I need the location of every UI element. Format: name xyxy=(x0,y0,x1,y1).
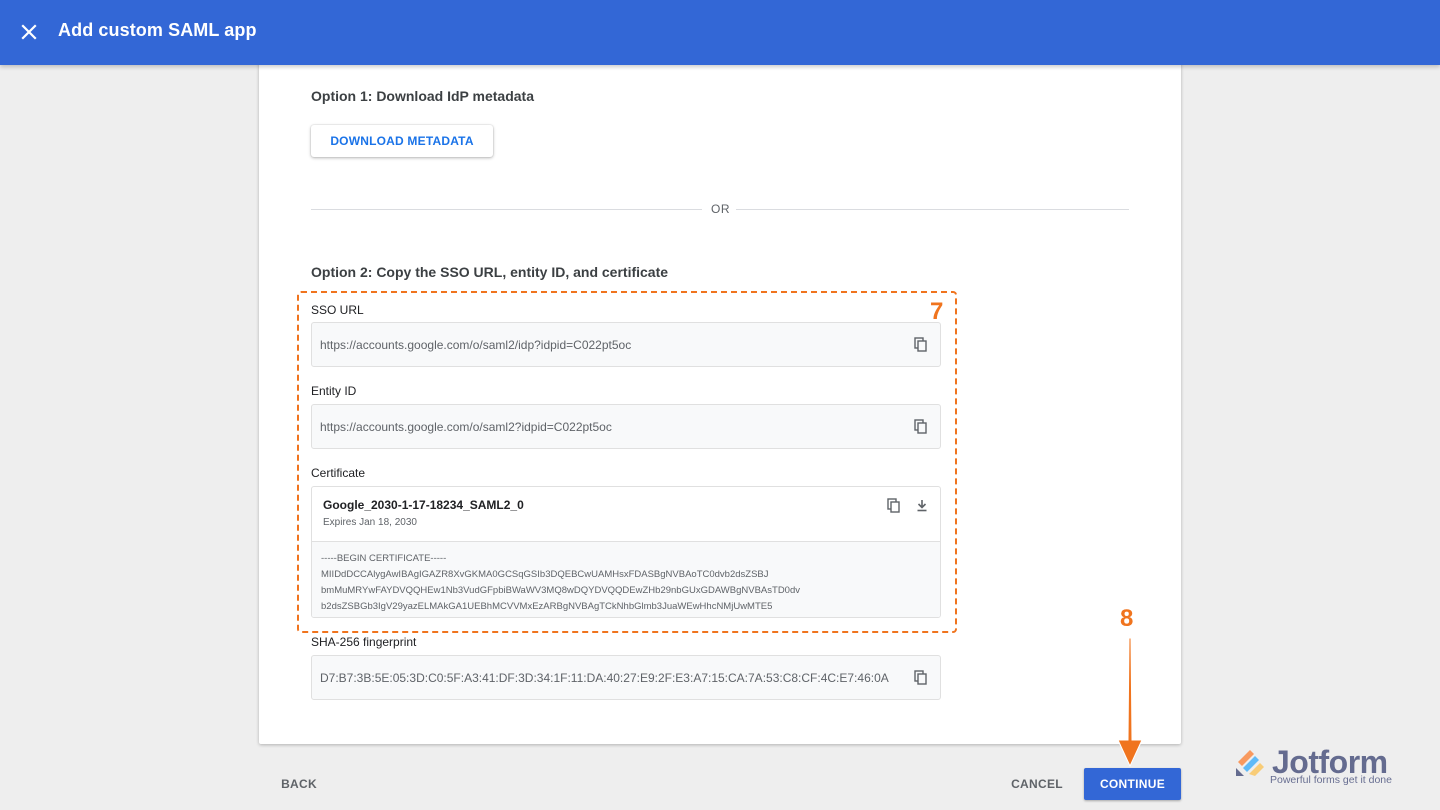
fingerprint-field: D7:B7:3B:5E:05:3D:C0:5F:A3:41:DF:3D:34:1… xyxy=(311,655,941,700)
fingerprint-value[interactable]: D7:B7:3B:5E:05:3D:C0:5F:A3:41:DF:3D:34:1… xyxy=(320,671,889,685)
copy-entity-id-button[interactable] xyxy=(912,418,930,436)
step7-number: 7 xyxy=(930,298,944,325)
continue-button[interactable]: CONTINUE xyxy=(1084,768,1181,800)
back-button[interactable]: BACK xyxy=(270,768,328,800)
option2-title: Option 2: Copy the SSO URL, entity ID, a… xyxy=(311,264,669,280)
close-icon xyxy=(21,24,37,40)
jotform-watermark: Jotform Powerful forms get it done xyxy=(1234,745,1409,790)
saml-details-card: Option 1: Download IdP metadata DOWNLOAD… xyxy=(259,62,1181,744)
download-certificate-button[interactable] xyxy=(913,497,931,515)
cancel-button[interactable]: CANCEL xyxy=(1003,768,1071,800)
certificate-expiry: Expires Jan 18, 2030 xyxy=(323,517,417,528)
sso-url-value[interactable]: https://accounts.google.com/o/saml2/idp?… xyxy=(320,338,631,352)
step8-number: 8 xyxy=(1120,605,1134,632)
copy-fingerprint-button[interactable] xyxy=(912,669,930,687)
option1-title: Option 1: Download IdP metadata xyxy=(311,88,534,104)
certificate-name: Google_2030-1-17-18234_SAML2_0 xyxy=(323,498,524,512)
divider-line-right xyxy=(736,209,1129,210)
certificate-box: Google_2030-1-17-18234_SAML2_0 Expires J… xyxy=(311,486,941,618)
download-metadata-button[interactable]: DOWNLOAD METADATA xyxy=(311,125,493,157)
certificate-line: bmMuMRYwFAYDVQQHEw1Nb3VudGFpbiBWaWV3MQ8w… xyxy=(321,585,800,596)
certificate-line: -----BEGIN CERTIFICATE----- xyxy=(321,553,447,564)
certificate-text[interactable]: -----BEGIN CERTIFICATE----- MIIDdDCCAlyg… xyxy=(312,541,940,617)
copy-certificate-button[interactable] xyxy=(885,497,903,515)
top-app-bar: Add custom SAML app xyxy=(0,0,1440,65)
certificate-line: MIIDdDCCAlygAwIBAgIGAZR8XvGKMA0GCSqGSIb3… xyxy=(321,569,769,580)
entity-id-value[interactable]: https://accounts.google.com/o/saml2?idpi… xyxy=(320,420,612,434)
download-icon xyxy=(917,500,927,512)
sso-url-field: https://accounts.google.com/o/saml2/idp?… xyxy=(311,322,941,367)
fingerprint-label: SHA-256 fingerprint xyxy=(311,635,417,649)
jotform-logo-icon xyxy=(1236,750,1264,776)
jotform-tagline: Powerful forms get it done xyxy=(1270,774,1392,786)
or-text: OR xyxy=(711,202,730,216)
step8-arrow-icon xyxy=(1117,637,1143,768)
copy-icon xyxy=(914,419,927,434)
certificate-line: b2dsZSBGb3IgV29yazELMAkGA1UEBhMCVVMxEzAR… xyxy=(321,601,773,612)
sso-url-label: SSO URL xyxy=(311,303,364,317)
entity-id-label: Entity ID xyxy=(311,384,357,398)
copy-icon xyxy=(914,670,927,685)
copy-sso-url-button[interactable] xyxy=(912,336,930,354)
copy-icon xyxy=(914,337,927,352)
certificate-label: Certificate xyxy=(311,466,366,480)
copy-icon xyxy=(887,498,900,513)
or-divider: OR xyxy=(311,201,1129,217)
divider-line-left xyxy=(311,209,702,210)
page-title: Add custom SAML app xyxy=(58,20,257,40)
close-button[interactable] xyxy=(14,17,44,47)
entity-id-field: https://accounts.google.com/o/saml2?idpi… xyxy=(311,404,941,449)
